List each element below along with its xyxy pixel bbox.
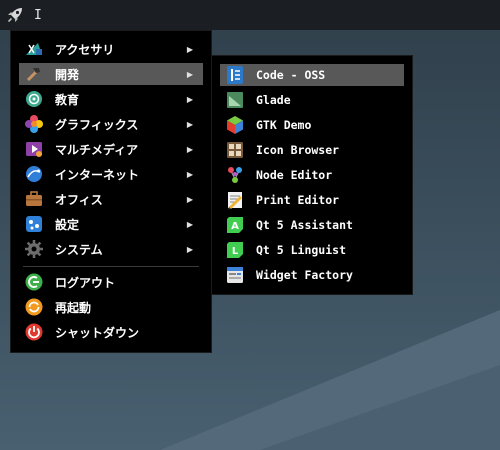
- logout-icon: [24, 272, 44, 292]
- menu-item-label: システム: [55, 242, 103, 257]
- submenu-arrow-icon: ▶: [186, 69, 194, 79]
- submenu-item-label: Print Editor: [256, 193, 340, 207]
- submenu-arrow-icon: ▶: [186, 219, 194, 229]
- submenu-item-qt-linguist[interactable]: L Qt 5 Linguist: [220, 239, 404, 261]
- submenu-arrow-icon: ▶: [186, 94, 194, 104]
- menu-item-internet[interactable]: インターネット ▶: [19, 163, 203, 185]
- menu-item-label: アクセサリ: [55, 42, 115, 57]
- submenu-item-print-editor[interactable]: Print Editor: [220, 189, 404, 211]
- text-cursor: I: [34, 7, 42, 23]
- menu-item-development[interactable]: 開発 ▶: [19, 63, 203, 85]
- submenu-item-label: Qt 5 Assistant: [256, 218, 353, 232]
- menu-item-label: シャットダウン: [55, 325, 140, 340]
- submenu-item-icon-browser[interactable]: Icon Browser: [220, 139, 404, 161]
- menu-item-accessories[interactable]: アクセサリ ▶: [19, 38, 203, 60]
- qt-linguist-icon: L: [225, 240, 245, 260]
- menu-item-multimedia[interactable]: マルチメディア ▶: [19, 138, 203, 160]
- submenu-arrow-icon: ▶: [186, 244, 194, 254]
- submenu-item-code-oss[interactable]: Code - OSS: [220, 64, 404, 86]
- glade-icon: [225, 90, 245, 110]
- rocket-icon: [7, 8, 22, 23]
- submenu-arrow-icon: ▶: [186, 169, 194, 179]
- submenu-item-qt-assistant[interactable]: A Qt 5 Assistant: [220, 214, 404, 236]
- node-editor-icon: [225, 165, 245, 185]
- menu-item-label: 教育: [55, 92, 80, 107]
- menu-item-shutdown[interactable]: シャットダウン: [19, 321, 203, 343]
- shutdown-icon: [24, 322, 44, 342]
- multimedia-icon: [24, 139, 44, 159]
- gtk-demo-icon: [225, 115, 245, 135]
- graphics-icon: [24, 114, 44, 134]
- submenu-item-label: Qt 5 Linguist: [256, 243, 347, 257]
- menu-item-reboot[interactable]: 再起動: [19, 296, 203, 318]
- submenu-arrow-icon: ▶: [186, 119, 194, 129]
- qt-assistant-icon: A: [225, 215, 245, 235]
- widget-factory-icon: [225, 265, 245, 285]
- menu-item-label: オフィス: [55, 192, 103, 207]
- submenu-item-label: Icon Browser: [256, 143, 340, 157]
- print-editor-icon: [225, 190, 245, 210]
- top-panel: I: [0, 0, 500, 30]
- code-oss-icon: [225, 65, 245, 85]
- system-icon: [24, 239, 44, 259]
- menu-item-office[interactable]: オフィス ▶: [19, 188, 203, 210]
- menu-item-label: インターネット: [55, 167, 140, 182]
- education-icon: [24, 89, 44, 109]
- internet-icon: [24, 164, 44, 184]
- submenu-item-node-editor[interactable]: Node Editor: [220, 164, 404, 186]
- menu-item-label: グラフィックス: [55, 117, 139, 132]
- submenu-item-label: Node Editor: [256, 168, 333, 182]
- submenu-item-label: Widget Factory: [256, 268, 353, 282]
- menu-item-label: 設定: [55, 217, 80, 232]
- menu-item-education[interactable]: 教育 ▶: [19, 88, 203, 110]
- submenu-item-label: Glade: [256, 93, 291, 107]
- reboot-icon: [24, 297, 44, 317]
- submenu-item-label: GTK Demo: [256, 118, 312, 132]
- submenu-item-widget-factory[interactable]: Widget Factory: [220, 264, 404, 286]
- office-icon: [24, 189, 44, 209]
- submenu-arrow-icon: ▶: [186, 44, 194, 54]
- submenu-arrow-icon: ▶: [186, 144, 194, 154]
- menu-item-label: 開発: [55, 67, 80, 82]
- submenu-arrow-icon: ▶: [186, 194, 194, 204]
- application-menu: アクセサリ ▶ 開発 ▶ 教育 ▶ グラフィックス ▶ マルチメディア ▶ イン…: [10, 30, 212, 353]
- icon-browser-icon: [225, 140, 245, 160]
- submenu-item-gtk-demo[interactable]: GTK Demo: [220, 114, 404, 136]
- development-icon: [24, 64, 44, 84]
- app-launcher-button[interactable]: [0, 0, 30, 30]
- menu-item-system[interactable]: システム ▶: [19, 238, 203, 260]
- development-submenu: Code - OSS Glade GTK Demo Icon Browser N…: [211, 55, 413, 295]
- menu-item-label: 再起動: [55, 300, 92, 315]
- menu-item-settings[interactable]: 設定 ▶: [19, 213, 203, 235]
- menu-item-label: ログアウト: [55, 275, 116, 290]
- accessories-icon: [24, 39, 44, 59]
- svg-text:L: L: [232, 246, 239, 257]
- menu-item-graphics[interactable]: グラフィックス ▶: [19, 113, 203, 135]
- submenu-item-glade[interactable]: Glade: [220, 89, 404, 111]
- svg-text:A: A: [231, 221, 239, 232]
- menu-item-label: マルチメディア: [55, 142, 139, 157]
- menu-item-logout[interactable]: ログアウト: [19, 271, 203, 293]
- menu-separator: [23, 266, 199, 267]
- settings-icon: [24, 214, 44, 234]
- submenu-item-label: Code - OSS: [256, 68, 326, 82]
